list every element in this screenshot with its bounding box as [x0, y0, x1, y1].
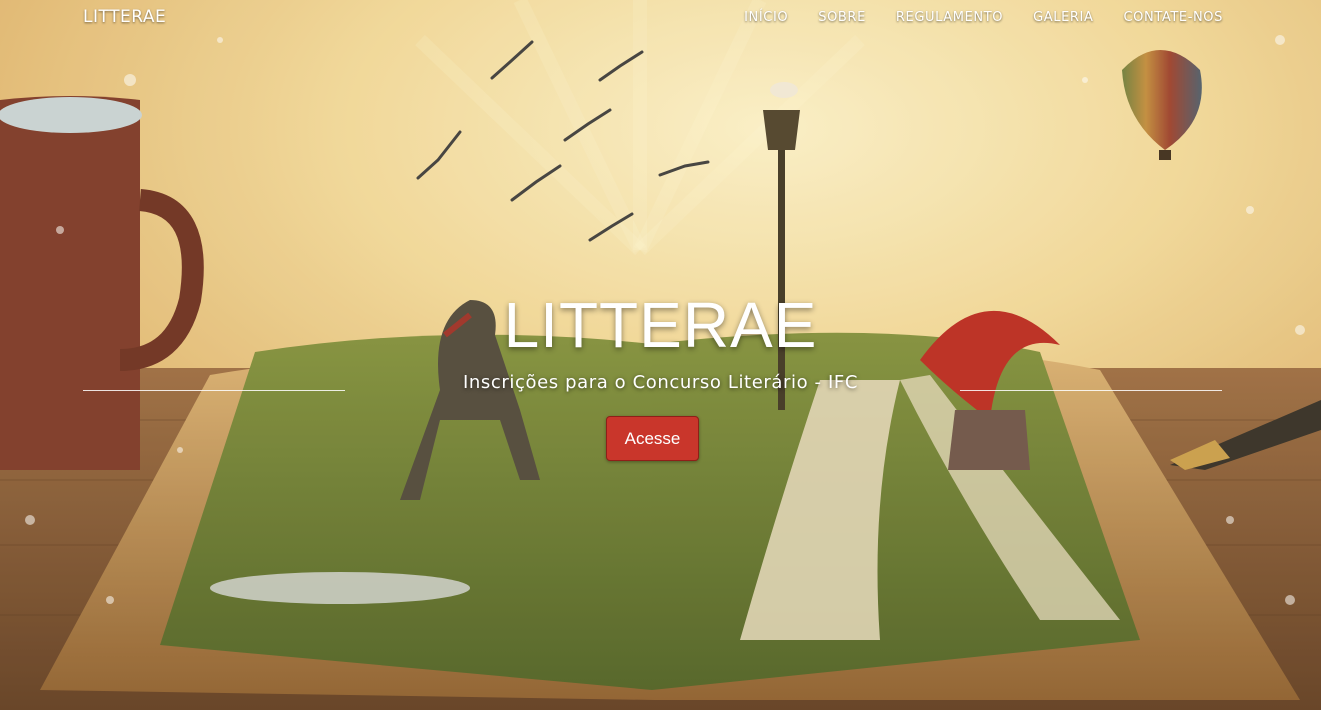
nav-menu: INÍCIO SOBRE REGULAMENTO GALERIA CONTATE… [744, 10, 1223, 25]
nav-link-sobre[interactable]: SOBRE [818, 10, 866, 25]
nav-link-regulamento[interactable]: REGULAMENTO [896, 10, 1003, 25]
brand-logo-link[interactable]: LITTERAE [83, 7, 166, 27]
nav-link-galeria[interactable]: GALERIA [1033, 10, 1093, 25]
top-navbar: LITTERAE INÍCIO SOBRE REGULAMENTO GALERI… [0, 0, 1321, 36]
access-button[interactable]: Acesse [606, 416, 699, 461]
hero-title: LITTERAE [503, 289, 818, 361]
nav-link-contate-nos[interactable]: CONTATE-NOS [1123, 10, 1223, 25]
nav-link-inicio[interactable]: INÍCIO [744, 10, 788, 25]
hero-subtitle: Inscrições para o Concurso Literário - I… [463, 372, 858, 393]
